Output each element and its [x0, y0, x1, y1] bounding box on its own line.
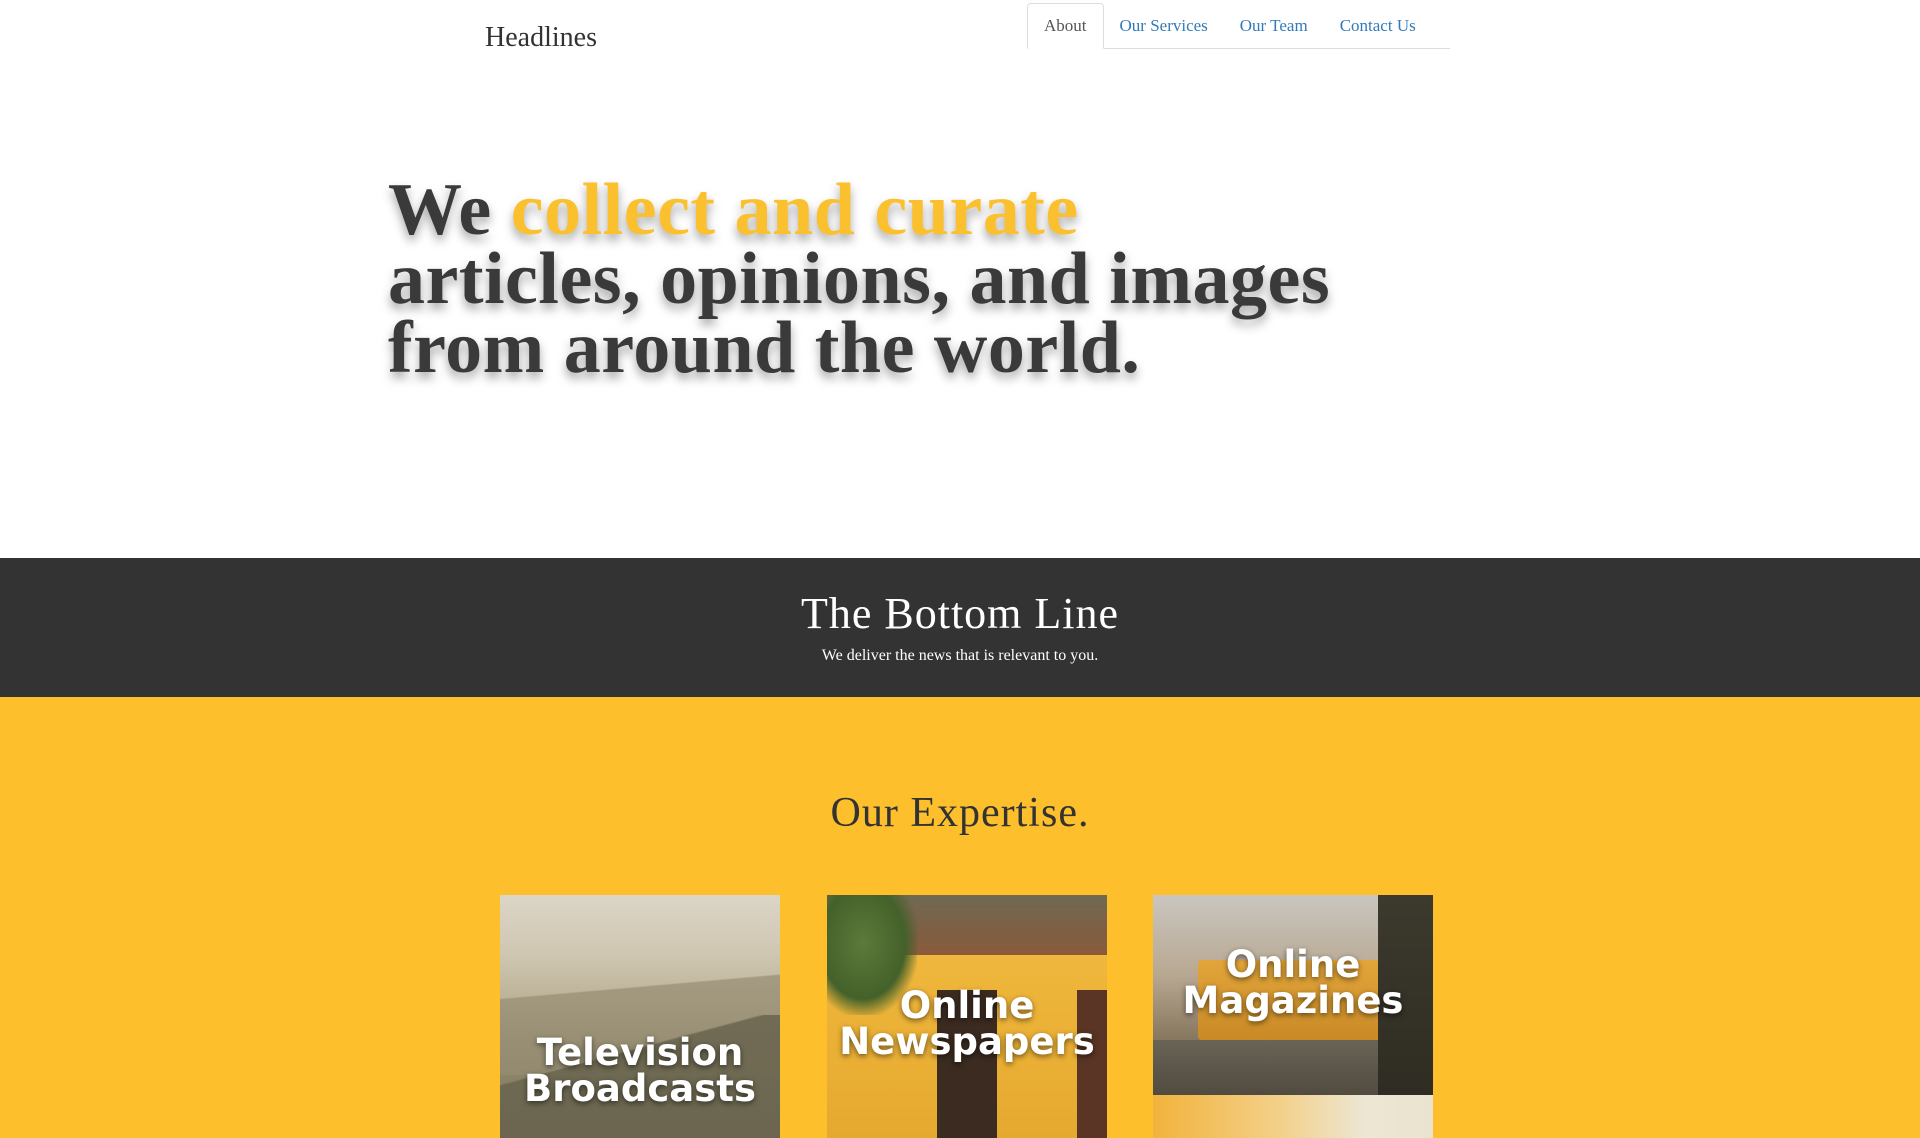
expertise-section: Our Expertise. Television Broadcasts Onl…: [0, 697, 1920, 1138]
hero-line-1: We collect and curate: [388, 173, 1488, 247]
hero-line-2: articles, opinions, and images: [388, 238, 1331, 320]
brand-logo[interactable]: Headlines: [485, 22, 597, 54]
hero-line-3: from around the world.: [388, 307, 1141, 389]
bottom-line-section: The Bottom Line We deliver the news that…: [0, 558, 1920, 697]
card-online-newspapers[interactable]: Online Newspapers: [827, 895, 1107, 1138]
card-label-line: Magazines: [1182, 979, 1404, 1022]
card-label-line: Online: [899, 984, 1035, 1027]
main-nav: About Our Services Our Team Contact Us: [1027, 3, 1450, 49]
site-header: Headlines About Our Services Our Team Co…: [0, 0, 1920, 80]
nav-our-team[interactable]: Our Team: [1224, 3, 1324, 48]
hero-heading: We collect and curate articles, opinions…: [388, 173, 1488, 389]
bottom-line-title: The Bottom Line: [800, 589, 1120, 638]
nav-contact-us[interactable]: Contact Us: [1324, 3, 1432, 48]
card-label: Online Newspapers: [827, 984, 1107, 1063]
card-television-broadcasts[interactable]: Television Broadcasts: [500, 895, 780, 1138]
nav-about[interactable]: About: [1027, 3, 1104, 49]
card-label-line: Newspapers: [839, 1020, 1095, 1063]
card-label: Online Magazines: [1153, 943, 1433, 1022]
bottom-line-subtitle: We deliver the news that is relevant to …: [821, 647, 1099, 664]
card-online-magazines[interactable]: Online Magazines: [1153, 895, 1433, 1095]
card-label: Television Broadcasts: [500, 1031, 780, 1110]
card-label-line: Online: [1225, 943, 1361, 986]
card-label-line: Television: [536, 1031, 744, 1074]
card-next-image[interactable]: [1153, 1095, 1433, 1138]
nav-our-services[interactable]: Our Services: [1104, 3, 1224, 48]
card-label-line: Broadcasts: [524, 1067, 756, 1110]
expertise-title: Our Expertise.: [830, 790, 1090, 836]
